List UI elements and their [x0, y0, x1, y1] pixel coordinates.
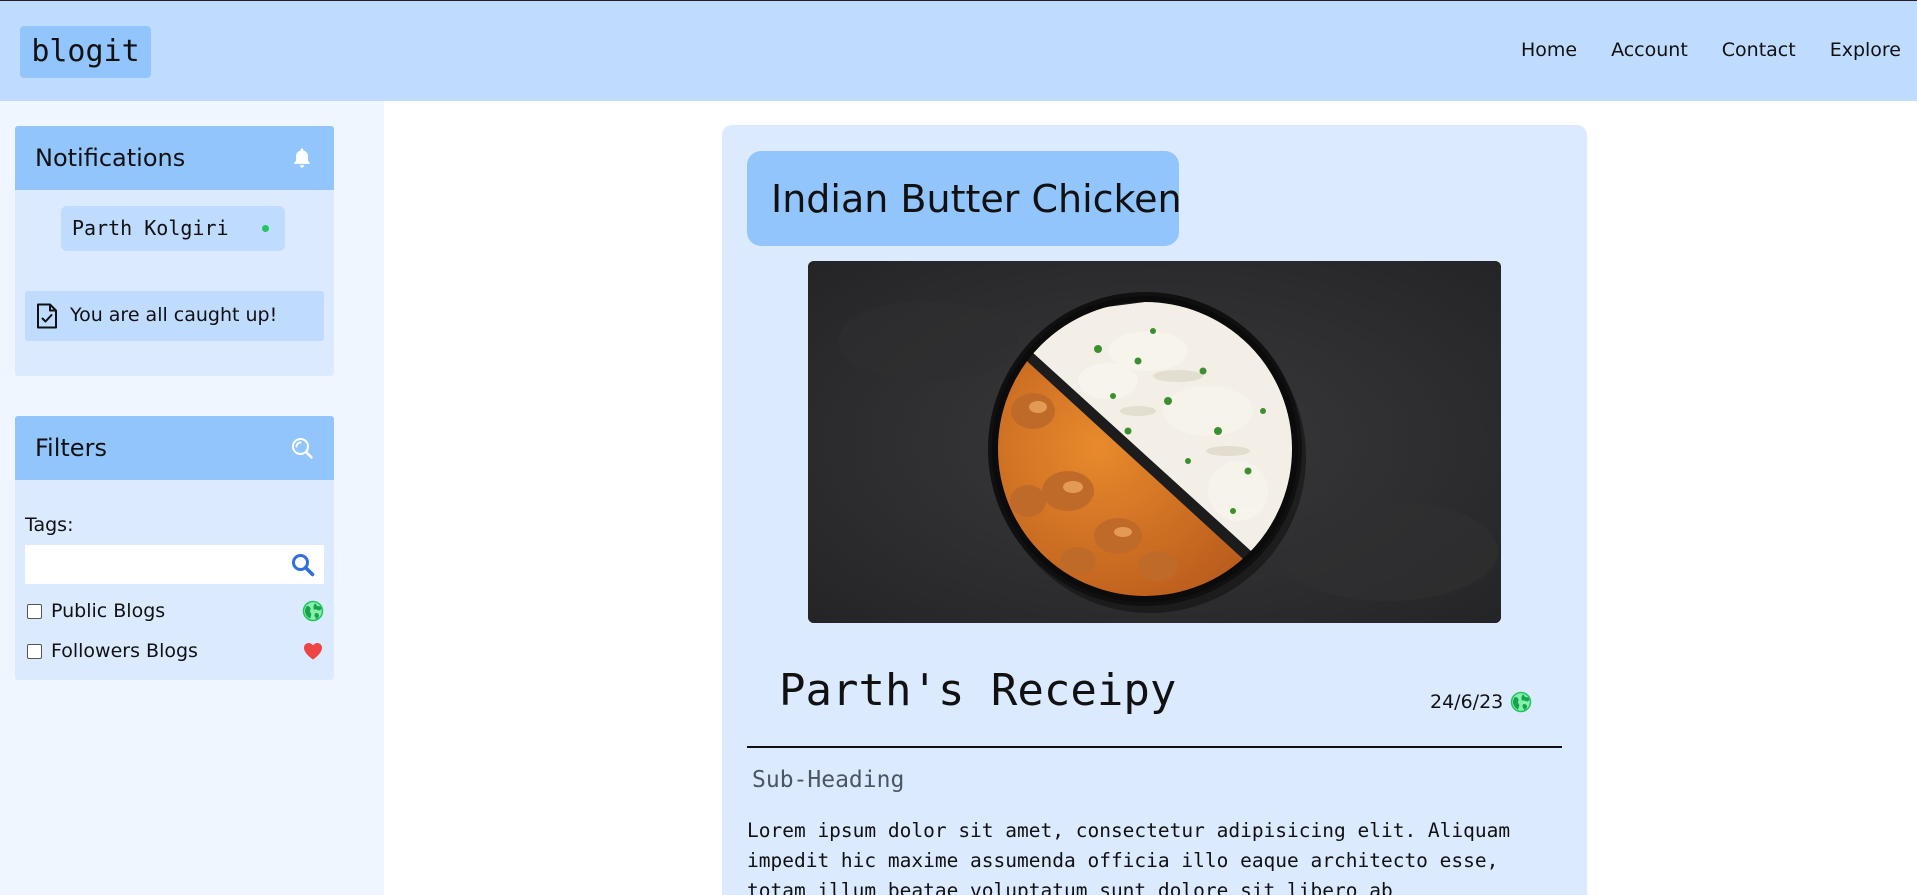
document-check-icon [37, 303, 57, 329]
post-hero-image [808, 261, 1501, 623]
followers-blogs-filter: Followers Blogs [25, 638, 324, 666]
blog-post-card: Indian Butter Chicken Parth's Receipy 24… [722, 125, 1587, 895]
search-magnify-icon[interactable] [290, 436, 314, 460]
filters-title: Filters [35, 434, 107, 462]
filters-header: Filters [15, 416, 334, 480]
followers-blogs-label[interactable]: Followers Blogs [51, 640, 198, 662]
post-date: 24/6/23 [1430, 691, 1504, 713]
sidebar: Notifications Parth Kolgiri You are all … [0, 101, 384, 895]
tags-search-input[interactable] [25, 545, 324, 584]
post-title-banner: Indian Butter Chicken [747, 151, 1182, 246]
blogit-logo[interactable]: blogit [20, 26, 151, 78]
top-header: blogit Home Account Contact Explore [0, 1, 1917, 101]
nav-home-link[interactable]: Home [1521, 39, 1577, 61]
user-chip[interactable]: Parth Kolgiri [61, 206, 285, 251]
filters-panel: Filters Tags: Public Blogs Followers Blo… [15, 416, 334, 680]
bell-icon[interactable] [290, 146, 314, 170]
caught-up-text: You are all caught up! [70, 304, 278, 326]
post-body-text: Lorem ipsum dolor sit amet, consectetur … [747, 819, 1511, 895]
nav-contact-link[interactable]: Contact [1722, 39, 1796, 61]
user-name: Parth Kolgiri [72, 216, 229, 240]
nav-account-link[interactable]: Account [1611, 39, 1688, 61]
notifications-header: Notifications [15, 126, 334, 190]
post-subheading: Sub-Heading [752, 767, 905, 793]
public-blogs-checkbox[interactable] [27, 604, 42, 619]
nav-explore-link[interactable]: Explore [1830, 39, 1901, 61]
post-title: Indian Butter Chicken [771, 177, 1182, 221]
notifications-panel: Notifications Parth Kolgiri You are all … [15, 126, 334, 376]
followers-blogs-checkbox[interactable] [27, 644, 42, 659]
search-icon[interactable] [290, 552, 316, 578]
butter-chicken-photo [808, 261, 1501, 623]
caught-up-message: You are all caught up! [25, 291, 324, 341]
globe-icon [1510, 691, 1532, 713]
globe-icon [302, 600, 324, 622]
main-nav: Home Account Contact Explore [1521, 39, 1901, 61]
notifications-title: Notifications [35, 144, 186, 172]
post-heading: Parth's Receipy [779, 665, 1177, 716]
heart-icon [304, 643, 322, 660]
tags-label: Tags: [25, 514, 74, 536]
public-blogs-filter: Public Blogs [25, 598, 324, 626]
heading-divider [747, 746, 1562, 748]
online-status-dot [262, 225, 269, 232]
public-blogs-label[interactable]: Public Blogs [51, 600, 165, 622]
